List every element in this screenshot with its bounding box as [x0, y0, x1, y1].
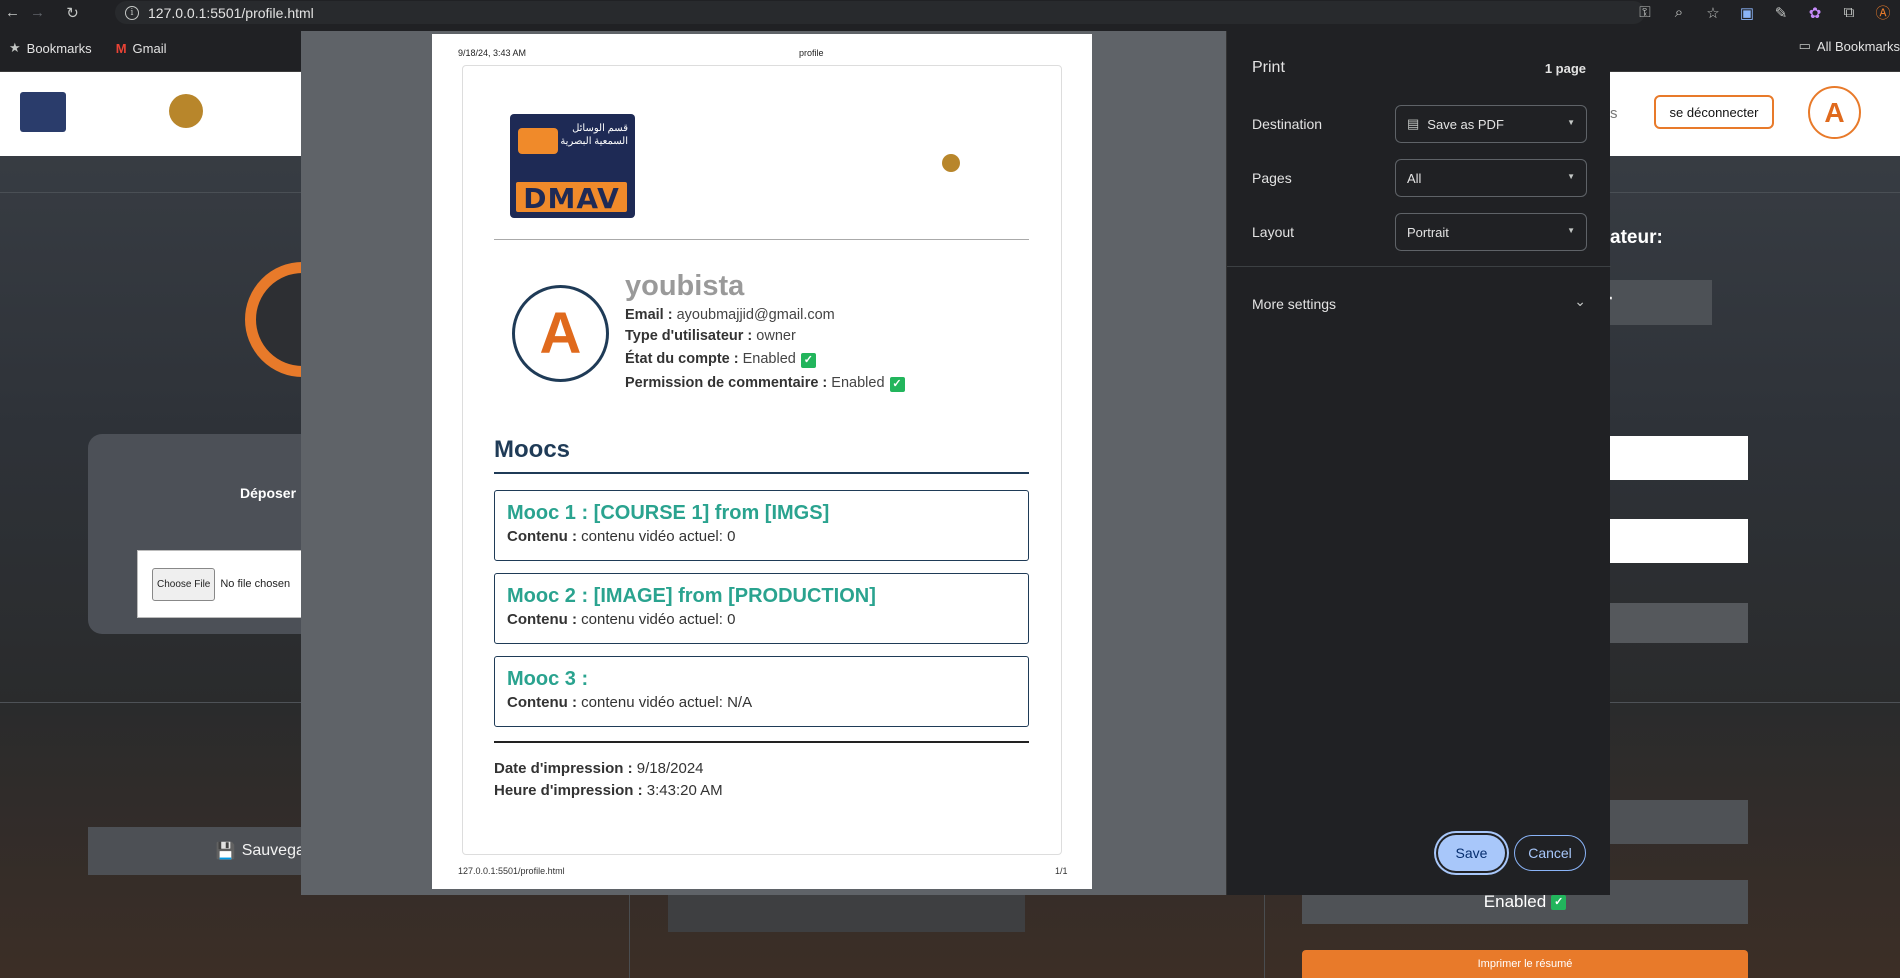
print-title: Print: [1252, 59, 1285, 76]
form-input[interactable]: [1610, 519, 1748, 563]
file-icon: ▤: [1407, 116, 1420, 131]
profile-comment-permission: Permission de commentaire : Enabled ✓: [625, 375, 905, 392]
divider: [494, 239, 1029, 240]
layout-label: Layout: [1252, 224, 1295, 240]
print-date: Date d'impression : 9/18/2024: [494, 760, 704, 777]
pages-label: Pages: [1252, 170, 1292, 186]
mooc-title: Mooc 3 :: [507, 668, 589, 690]
ministry-seal-icon: [169, 94, 203, 128]
mooc-card: Mooc 1 : [COURSE 1] from [IMGS] Contenu …: [494, 490, 1029, 561]
extension-gear-icon[interactable]: ✿: [1798, 4, 1832, 22]
pages-select[interactable]: All ▼: [1395, 159, 1587, 197]
ministry-logo: [85, 92, 290, 136]
username-box: r: [1600, 280, 1712, 325]
forward-icon[interactable]: →: [25, 0, 50, 25]
print-summary-button[interactable]: Imprimer le résumé: [1302, 950, 1748, 978]
print-preview-sheet: 9/18/24, 3:43 AM profile قسم الوسائل الس…: [432, 34, 1092, 889]
moocs-heading: Moocs: [494, 436, 571, 463]
layout-select[interactable]: Portrait ▼: [1395, 213, 1587, 251]
address-bar[interactable]: i 127.0.0.1:5501/profile.html: [115, 1, 1645, 24]
divider: [494, 741, 1029, 743]
bookmark-star-icon[interactable]: ☆: [1696, 4, 1730, 22]
file-status: No file chosen: [220, 578, 291, 590]
user-section-title: ateur:: [1610, 227, 1663, 248]
more-settings-toggle[interactable]: More settings: [1252, 296, 1336, 312]
upload-title: Déposer: [240, 485, 297, 501]
all-bookmarks[interactable]: ▭ All Bookmarks: [1799, 38, 1900, 54]
profile-email: Email : ayoubmajjid@gmail.com: [625, 307, 835, 323]
choose-file-button[interactable]: Choose File: [152, 567, 216, 601]
url-text: 127.0.0.1:5501/profile.html: [148, 4, 314, 21]
mooc-card: Mooc 2 : [IMAGE] from [PRODUCTION] Conte…: [494, 573, 1029, 644]
check-icon: ✓: [889, 377, 905, 392]
reload-icon[interactable]: ↻: [60, 0, 85, 25]
profile-username: youbista: [625, 270, 745, 302]
gmail-icon: M: [115, 40, 127, 56]
print-time: Heure d'impression : 3:43:20 AM: [494, 782, 723, 799]
background-field[interactable]: [668, 892, 1025, 932]
divider: [494, 472, 1029, 474]
cancel-button[interactable]: Cancel: [1514, 835, 1586, 871]
chevron-down-icon[interactable]: ⌄: [1574, 293, 1586, 310]
dmav-logo: قسم الوسائل السمعية البصرية DMAV: [510, 114, 635, 218]
mooc-card: Mooc 3 : Contenu : contenu vidéo actuel:…: [494, 656, 1029, 727]
form-input[interactable]: [1610, 436, 1748, 480]
destination-label: Destination: [1252, 116, 1323, 132]
file-input[interactable]: Choose File No file chosen: [137, 550, 317, 618]
print-header-date: 9/18/24, 3:43 AM: [458, 48, 527, 58]
print-footer-page: 1/1: [1055, 866, 1068, 876]
site-info-icon[interactable]: i: [125, 5, 139, 20]
password-key-icon[interactable]: ⚿: [1628, 4, 1662, 21]
profile-type: Type d'utilisateur : owner: [625, 328, 796, 344]
extensions-icon[interactable]: ⧉: [1832, 4, 1866, 21]
floppy-icon: 💾: [215, 843, 236, 860]
bookmark-bookmarks[interactable]: ★ Bookmarks: [9, 40, 92, 56]
zoom-icon[interactable]: ⌕: [1662, 4, 1696, 21]
mooc-content: Contenu : contenu vidéo actuel: 0: [507, 528, 736, 545]
dropdown-caret-icon: ▼: [1567, 226, 1575, 235]
toolbar-icons: ⚿ ⌕ ☆ ▣ ✎ ✿ ⧉ Ⓐ: [1628, 0, 1900, 25]
save-profile-button[interactable]: 💾 Sauvegarde: [88, 827, 328, 875]
dmav-logo-small: [20, 92, 66, 132]
mooc-title: Mooc 2 : [IMAGE] from [PRODUCTION]: [507, 585, 876, 607]
back-icon[interactable]: ←: [0, 0, 25, 25]
folder-icon: ▭: [1798, 38, 1811, 53]
profile-account-state: État du compte : Enabled ✓: [625, 351, 816, 368]
header-nav-fragment[interactable]: s: [1610, 105, 1618, 122]
ministry-seal-icon: [942, 154, 960, 172]
print-header-title: profile: [799, 48, 824, 58]
bookmark-gmail[interactable]: M Gmail: [116, 41, 167, 56]
profile-avatar: A: [512, 285, 609, 382]
divider: [1227, 266, 1611, 267]
eyedropper-icon[interactable]: ✎: [1764, 4, 1798, 22]
translate-icon[interactable]: ▣: [1730, 4, 1764, 22]
star-icon: ★: [9, 40, 21, 55]
destination-select[interactable]: ▤ Save as PDF ▼: [1395, 105, 1587, 143]
check-icon: ✓: [800, 353, 816, 368]
print-settings-panel: Print 1 page Destination ▤ Save as PDF ▼…: [1226, 31, 1611, 895]
save-button[interactable]: Save: [1438, 835, 1505, 871]
camera-icon: [518, 128, 558, 154]
form-field[interactable]: [1610, 603, 1748, 643]
mooc-content: Contenu : contenu vidéo actuel: N/A: [507, 694, 753, 711]
mooc-title: Mooc 1 : [COURSE 1] from [IMGS]: [507, 502, 830, 524]
dropdown-caret-icon: ▼: [1567, 172, 1575, 181]
profile-avatar-icon[interactable]: Ⓐ: [1866, 2, 1900, 23]
header-avatar[interactable]: A: [1808, 86, 1861, 139]
page-count: 1 page: [1544, 61, 1586, 76]
dropdown-caret-icon: ▼: [1567, 118, 1575, 127]
check-icon: ✓: [1551, 894, 1567, 910]
mooc-content: Contenu : contenu vidéo actuel: 0: [507, 611, 736, 628]
ministry-logo: [892, 154, 1017, 180]
logout-button[interactable]: se déconnecter: [1654, 95, 1774, 129]
print-footer-url: 127.0.0.1:5501/profile.html: [458, 866, 565, 876]
